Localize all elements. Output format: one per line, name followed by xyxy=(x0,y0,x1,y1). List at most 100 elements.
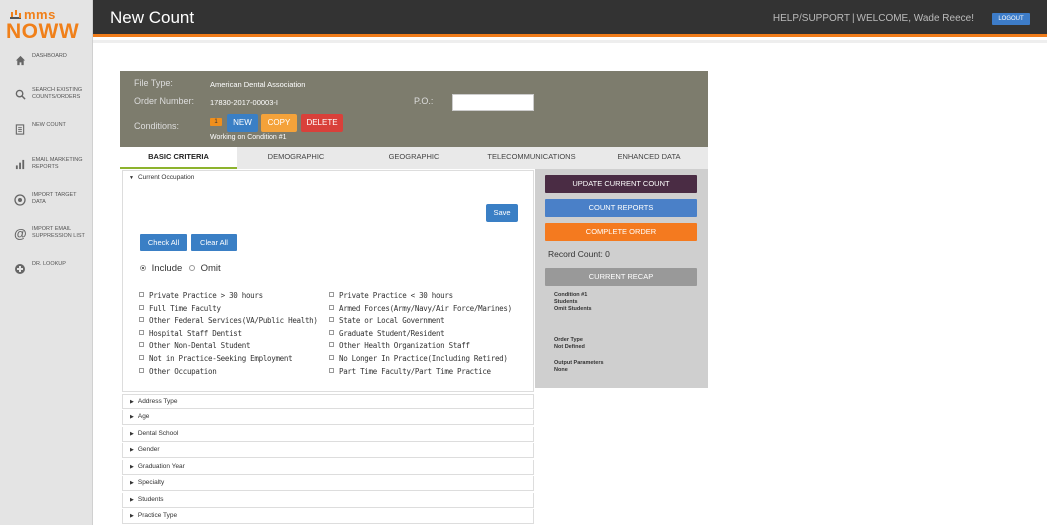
save-button[interactable]: Save xyxy=(486,204,518,222)
accordion-practice-type[interactable]: ▶ Practice Type xyxy=(122,509,534,524)
file-type-label: File Type: xyxy=(134,78,173,88)
order-header: File Type: American Dental Association O… xyxy=(120,71,708,147)
caret-right-icon: ▶ xyxy=(130,497,134,503)
tab-basic-criteria[interactable]: BASIC CRITERIA xyxy=(120,147,237,169)
tab-enhanced-data[interactable]: ENHANCED DATA xyxy=(590,147,708,169)
include-radio[interactable] xyxy=(140,265,146,271)
accordion-label: Age xyxy=(137,413,150,420)
occupation-option[interactable]: State or Local Government xyxy=(329,316,445,325)
delete-condition-button[interactable]: DELETE xyxy=(301,114,343,132)
sidebar-item-import-target[interactable]: IMPORT TARGET DATA xyxy=(0,188,93,216)
sidebar: mms NOWW DASHBOARD SEARCH EXISTING COUNT… xyxy=(0,0,93,525)
option-label: Part Time Faculty/Part Time Practice xyxy=(339,367,491,376)
occupation-option[interactable]: Other Federal Services(VA/Public Health) xyxy=(139,316,318,325)
checkbox[interactable] xyxy=(329,355,334,360)
caret-right-icon: ▶ xyxy=(130,399,134,405)
po-input[interactable] xyxy=(452,94,534,111)
checkbox[interactable] xyxy=(329,368,334,373)
accordion-address-type[interactable]: ▶ Address Type xyxy=(122,394,534,409)
occupation-option[interactable]: Other Health Organization Staff xyxy=(329,341,470,350)
occupation-option[interactable]: Graduate Student/Resident xyxy=(329,329,445,338)
search-icon xyxy=(14,89,26,101)
occupation-option[interactable]: No Longer In Practice(Including Retired) xyxy=(329,354,508,363)
home-icon xyxy=(14,55,26,67)
recap-omit-students: Omit Students xyxy=(554,306,592,312)
sidebar-item-dashboard[interactable]: DASHBOARD xyxy=(0,49,93,77)
occupation-option[interactable]: Full Time Faculty xyxy=(139,304,221,313)
section-title: Current Occupation xyxy=(137,174,195,181)
occupation-option[interactable]: Hospital Staff Dentist xyxy=(139,329,242,338)
file-type-value: American Dental Association xyxy=(210,80,306,89)
checkbox[interactable] xyxy=(329,305,334,310)
current-occupation-header[interactable]: ▼ Current Occupation xyxy=(129,174,194,181)
copy-condition-button[interactable]: COPY xyxy=(261,114,297,132)
accordion-students[interactable]: ▶ Students xyxy=(122,493,534,508)
tab-demographic[interactable]: DEMOGRAPHIC xyxy=(237,147,355,169)
check-all-button[interactable]: Check All xyxy=(140,234,187,251)
checkbox[interactable] xyxy=(139,342,144,347)
accordion-gender[interactable]: ▶ Gender xyxy=(122,443,534,458)
tab-telecommunications[interactable]: TELECOMMUNICATIONS xyxy=(473,147,590,169)
top-right-links: HELP/SUPPORT | WELCOME, Wade Reece! xyxy=(773,13,974,24)
sidebar-item-dr-lookup[interactable]: DR. LOOKUP xyxy=(0,257,93,285)
caret-right-icon: ▶ xyxy=(130,464,134,470)
omit-radio[interactable] xyxy=(188,265,195,271)
condition-number-badge[interactable]: 1 xyxy=(210,118,222,126)
help-support-link[interactable]: HELP/SUPPORT xyxy=(773,13,850,24)
clear-all-button[interactable]: Clear All xyxy=(191,234,237,251)
tab-geographic[interactable]: GEOGRAPHIC xyxy=(355,147,473,169)
accordion-label: Graduation Year xyxy=(137,463,185,470)
sidebar-item-email-marketing[interactable]: EMAIL MARKETING REPORTS xyxy=(0,153,93,181)
logo-text-bottom: NOWW xyxy=(6,20,80,43)
current-occupation-panel: ▼ Current Occupation Save Check All Clear… xyxy=(122,170,534,392)
checkbox[interactable] xyxy=(329,292,334,297)
checkbox[interactable] xyxy=(139,292,144,297)
sidebar-item-new-count[interactable]: NEW COUNT xyxy=(0,118,93,146)
occupation-option[interactable]: Not in Practice-Seeking Employment xyxy=(139,354,293,363)
caret-right-icon: ▶ xyxy=(130,480,134,486)
logout-button[interactable]: LOGOUT xyxy=(992,13,1030,25)
working-on-condition: Working on Condition #1 xyxy=(210,134,287,141)
occupation-option[interactable]: Other Occupation xyxy=(139,367,217,376)
sidebar-item-label: EMAIL MARKETING REPORTS xyxy=(32,157,83,170)
checkbox[interactable] xyxy=(329,342,334,347)
checkbox[interactable] xyxy=(139,355,144,360)
accordion-dental-school[interactable]: ▶ Dental School xyxy=(122,427,534,442)
occupation-option[interactable]: Armed Forces(Army/Navy/Air Force/Marines… xyxy=(329,304,512,313)
accordion-label: Specialty xyxy=(137,479,165,486)
new-condition-button[interactable]: NEW xyxy=(227,114,258,132)
checkbox[interactable] xyxy=(139,368,144,373)
welcome-text: WELCOME, Wade Reece! xyxy=(856,13,974,24)
option-label: No Longer In Practice(Including Retired) xyxy=(339,354,508,363)
checkbox[interactable] xyxy=(139,305,144,310)
update-current-count-button[interactable]: UPDATE CURRENT COUNT xyxy=(545,175,697,193)
occupation-option[interactable]: Part Time Faculty/Part Time Practice xyxy=(329,367,491,376)
sidebar-item-import-suppression[interactable]: @ IMPORT EMAIL SUPPRESSION LIST xyxy=(0,222,93,250)
accordion-label: Practice Type xyxy=(137,512,178,519)
occupation-option[interactable]: Other Non-Dental Student xyxy=(139,341,250,350)
sidebar-item-label: DR. LOOKUP xyxy=(32,261,66,267)
logo-bars-icon xyxy=(10,10,21,19)
occupation-option[interactable]: Private Practice < 30 hours xyxy=(329,291,453,300)
sidebar-item-search-existing[interactable]: SEARCH EXISTING COUNTS/ORDERS xyxy=(0,83,93,111)
criteria-tabs: BASIC CRITERIA DEMOGRAPHIC GEOGRAPHIC TE… xyxy=(120,147,708,169)
conditions-label: Conditions: xyxy=(134,121,180,131)
current-recap-button[interactable]: CURRENT RECAP xyxy=(545,268,697,286)
option-label: Other Federal Services(VA/Public Health) xyxy=(149,316,318,325)
complete-order-button[interactable]: COMPLETE ORDER xyxy=(545,223,697,241)
accordion-specialty[interactable]: ▶ Specialty xyxy=(122,476,534,491)
count-reports-button[interactable]: COUNT REPORTS xyxy=(545,199,697,217)
occupation-option[interactable]: Private Practice > 30 hours xyxy=(139,291,263,300)
option-label: Private Practice > 30 hours xyxy=(149,291,263,300)
checkbox[interactable] xyxy=(139,317,144,322)
at-icon: @ xyxy=(14,226,27,241)
accordion-graduation-year[interactable]: ▶ Graduation Year xyxy=(122,460,534,475)
sidebar-item-label: IMPORT TARGET DATA xyxy=(32,192,77,205)
checkbox[interactable] xyxy=(329,330,334,335)
accordion-age[interactable]: ▶ Age xyxy=(122,410,534,425)
app-logo[interactable]: mms NOWW xyxy=(6,5,86,43)
checkbox[interactable] xyxy=(139,330,144,335)
checkbox[interactable] xyxy=(329,317,334,322)
caret-right-icon: ▶ xyxy=(130,414,134,420)
target-icon xyxy=(14,194,26,206)
